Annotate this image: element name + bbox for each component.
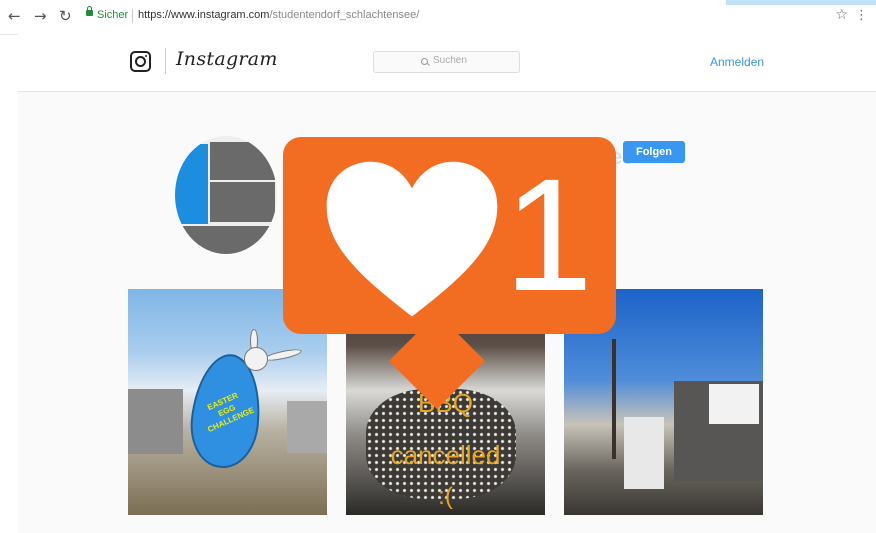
star-icon[interactable]: ☆ [835, 7, 848, 23]
lock-icon [86, 6, 93, 16]
avatar-gray-tile [210, 182, 275, 222]
follow-button[interactable]: Folgen [623, 141, 685, 163]
forward-icon[interactable]: → [34, 8, 47, 24]
easter-egg-caption: EASTER EGG CHALLENGE [206, 390, 256, 435]
avatar-blue-tile [175, 144, 208, 224]
back-icon[interactable]: ← [8, 8, 21, 24]
instagram-wordmark[interactable]: Instagram [176, 48, 278, 70]
logo-divider [165, 48, 166, 74]
avatar-gray-tile [183, 226, 273, 254]
bunny-ear [263, 347, 303, 363]
avatar[interactable] [175, 136, 277, 254]
bunny-head [244, 347, 268, 371]
instagram-logo-icon[interactable] [130, 51, 151, 72]
kebab-menu-icon[interactable]: ⋮ [855, 8, 868, 23]
reload-icon[interactable]: ↻ [59, 8, 72, 24]
heart-icon [326, 161, 498, 317]
address-divider [132, 9, 133, 23]
building-white-section [624, 417, 664, 489]
url-host: https://www.instagram.com [138, 9, 270, 21]
login-link[interactable]: Anmelden [710, 55, 764, 69]
building-shape [287, 401, 327, 453]
bbq-caption-line-2: cancelled [390, 440, 501, 470]
url-text[interactable]: https://www.instagram.com/studentendorf_… [138, 9, 419, 21]
building-shape [128, 389, 183, 454]
avatar-gray-tile [210, 142, 275, 180]
notification-count: 1 [504, 145, 593, 324]
secure-label: Sicher [97, 9, 129, 21]
instagram-header: Instagram Suchen Anmelden [18, 34, 876, 92]
bbq-caption-line-3: :( [438, 483, 453, 510]
search-placeholder: Suchen [433, 55, 467, 66]
building-white-section [709, 384, 759, 424]
search-icon [421, 58, 428, 65]
browser-toolbar: ← → ↻ Sicher https://www.instagram.com/s… [0, 0, 876, 35]
address-bar[interactable]: Sicher https://www.instagram.com/student… [82, 6, 868, 26]
search-input[interactable]: Suchen [373, 51, 520, 73]
extension-strip [726, 0, 876, 5]
url-path: /studentendorf_schlachtensee/ [269, 9, 420, 21]
